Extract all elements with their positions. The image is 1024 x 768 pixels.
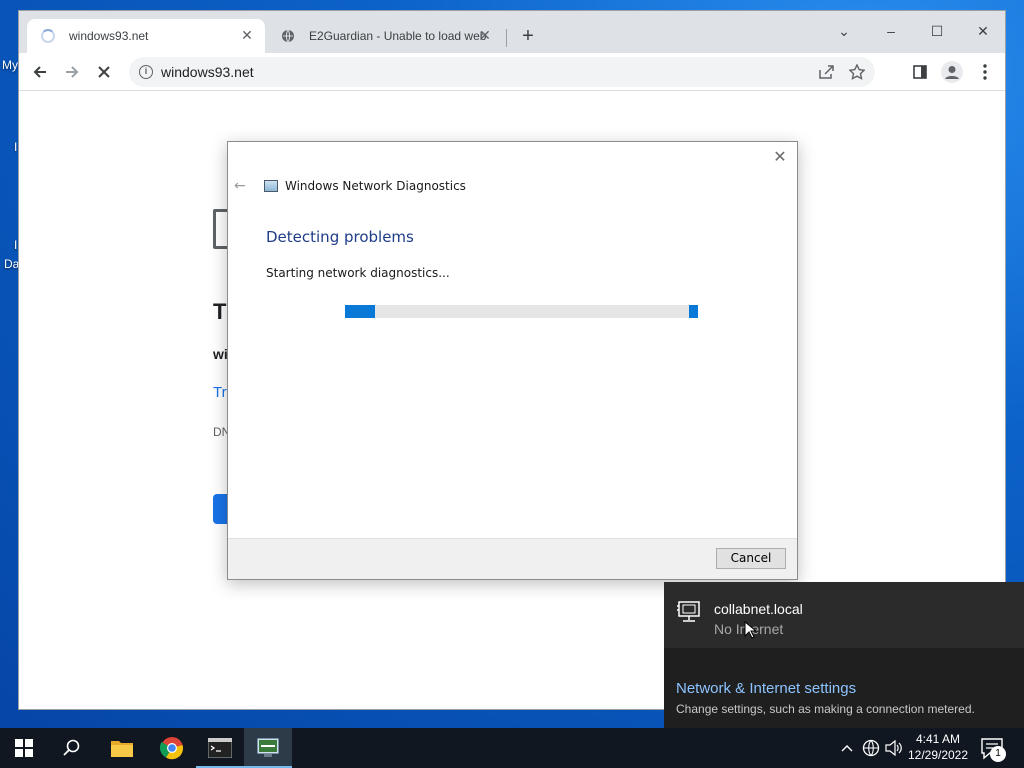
folder-icon <box>111 741 133 757</box>
loading-spinner-icon <box>41 29 55 43</box>
dialog-app-title: Windows Network Diagnostics <box>285 179 466 193</box>
chevron-up-icon <box>841 745 853 752</box>
tab-e2guardian[interactable]: E2Guardian - Unable to load web ✕ <box>267 19 503 53</box>
progress-indicator <box>345 305 375 318</box>
notification-count-badge: 1 <box>990 746 1006 762</box>
desktop-icon-label[interactable]: I <box>14 238 17 252</box>
dialog-footer: Cancel <box>228 538 797 579</box>
side-panel-icon[interactable] <box>913 65 927 79</box>
command-prompt-taskbar-button[interactable] <box>196 728 244 768</box>
new-tab-button[interactable]: + <box>517 25 539 47</box>
tab-windows93[interactable]: windows93.net ✕ <box>27 19 265 53</box>
bookmark-star-icon[interactable] <box>849 64 865 80</box>
profile-avatar-icon[interactable] <box>941 61 963 83</box>
tab-strip: windows93.net ✕ E2Guardian - Unable to l… <box>19 11 1005 53</box>
network-flyout: collabnet.local No Internet Network & In… <box>664 582 1024 728</box>
globe-network-icon <box>862 739 880 757</box>
chrome-taskbar-button[interactable] <box>148 728 196 768</box>
command-prompt-icon <box>208 738 232 758</box>
address-text[interactable]: windows93.net <box>161 64 254 80</box>
chrome-icon <box>160 737 184 760</box>
search-button[interactable] <box>48 728 96 768</box>
address-bar[interactable]: i windows93.net <box>129 57 875 87</box>
search-icon <box>63 739 80 756</box>
taskbar: 4:41 AM 12/29/2022 1 <box>0 728 1024 768</box>
back-button[interactable] <box>27 59 53 85</box>
menu-kebab-icon[interactable] <box>977 63 993 81</box>
start-button[interactable] <box>0 728 48 768</box>
clock-time: 4:41 AM <box>915 732 961 746</box>
tab-title: windows93.net <box>69 29 149 43</box>
volume-tray-button[interactable] <box>884 728 904 768</box>
globe-icon <box>282 29 294 43</box>
network-diagnostics-icon <box>256 737 280 757</box>
tab-divider <box>506 29 507 47</box>
ethernet-network-icon <box>677 601 700 622</box>
network-name: collabnet.local <box>714 601 803 617</box>
speaker-icon <box>885 740 902 756</box>
dialog-status-text: Starting network diagnostics... <box>266 266 450 280</box>
network-list-item[interactable]: collabnet.local No Internet <box>664 582 1024 648</box>
taskbar-clock[interactable]: 4:41 AM 12/29/2022 <box>906 731 970 763</box>
close-tab-icon[interactable]: ✕ <box>477 27 493 44</box>
tab-search-dropdown-icon[interactable]: ⌄ <box>821 17 867 45</box>
desktop-icon-label[interactable]: My <box>2 58 18 72</box>
forward-arrow-icon <box>66 66 79 78</box>
tab-title: E2Guardian - Unable to load web <box>309 29 487 43</box>
network-diagnostics-taskbar-button[interactable] <box>244 728 292 768</box>
file-explorer-button[interactable] <box>98 728 146 768</box>
back-arrow-icon <box>33 66 46 78</box>
stop-icon <box>98 66 110 78</box>
network-settings-link[interactable]: Network & Internet settings <box>676 680 856 697</box>
browser-toolbar: i windows93.net <box>19 53 1005 91</box>
network-tray-button[interactable] <box>860 728 882 768</box>
network-settings-subtitle: Change settings, such as making a connec… <box>676 702 975 716</box>
progress-bar <box>345 305 698 318</box>
close-window-button[interactable]: ✕ <box>960 17 1006 45</box>
forward-button[interactable] <box>59 59 85 85</box>
windows-logo-icon <box>15 739 33 757</box>
desktop-icon-label[interactable]: I <box>14 140 17 154</box>
progress-indicator <box>689 305 698 318</box>
clock-date: 12/29/2022 <box>907 748 969 762</box>
maximize-button[interactable]: ☐ <box>914 17 960 45</box>
network-diagnostics-icon <box>264 180 278 192</box>
stop-loading-button[interactable] <box>91 59 117 85</box>
show-hidden-icons-button[interactable] <box>838 728 856 768</box>
error-domain: wi <box>213 346 228 362</box>
site-info-icon[interactable]: i <box>139 65 153 79</box>
minimize-button[interactable]: – <box>868 17 914 45</box>
network-diagnostics-dialog: ✕ ← Windows Network Diagnostics Detectin… <box>227 141 798 580</box>
dialog-heading: Detecting problems <box>266 228 414 246</box>
dialog-back-button[interactable]: ← <box>234 178 246 194</box>
cancel-button[interactable]: Cancel <box>716 548 786 569</box>
share-icon[interactable] <box>819 65 835 79</box>
dialog-close-button[interactable]: ✕ <box>771 148 789 166</box>
mouse-cursor-icon <box>744 621 756 639</box>
close-tab-icon[interactable]: ✕ <box>239 27 255 44</box>
